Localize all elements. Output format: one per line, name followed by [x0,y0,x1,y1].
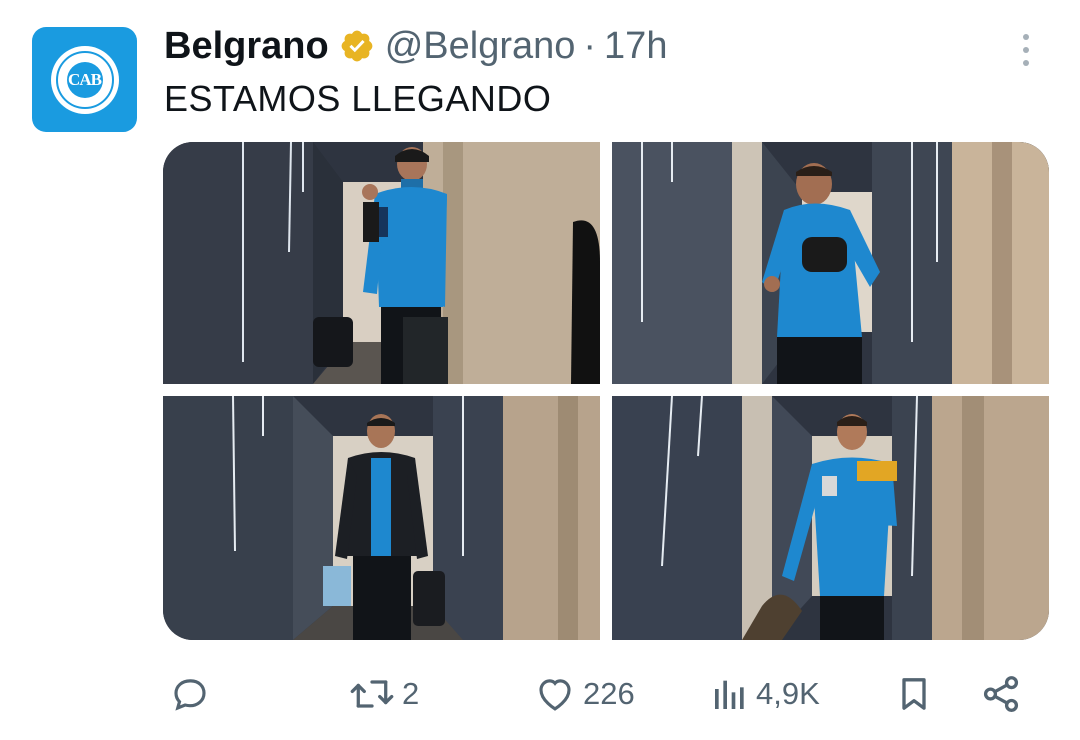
tweet-actions-bar: 2 226 4,9K [164,668,1034,720]
tweet-photo-4[interactable] [612,396,1049,640]
like-button[interactable]: 226 [533,668,635,720]
separator-dot: · [583,24,597,67]
like-count: 226 [583,676,635,711]
heart-icon [539,679,571,711]
share-icon [983,676,1019,712]
tweet-photo-3[interactable] [163,396,600,640]
more-options-icon[interactable] [1014,30,1038,70]
tweet-photo-1[interactable] [163,142,600,384]
tweet-photo-2[interactable] [612,142,1049,384]
profile-avatar[interactable]: CAB [32,27,137,132]
verified-badge-icon[interactable] [339,28,375,64]
views-count: 4,9K [756,676,820,711]
views-icon [715,680,744,709]
club-crest-logo: CAB [50,45,119,114]
tweet-header: Belgrano @Belgrano · 17h [164,24,667,68]
retweet-icon [350,680,394,708]
timestamp[interactable]: 17h [604,25,667,68]
share-button[interactable] [980,668,1022,720]
reply-button[interactable] [169,668,217,720]
bookmark-button[interactable] [894,668,934,720]
media-grid [163,142,1049,640]
user-handle[interactable]: @Belgrano [385,25,576,68]
views-button[interactable]: 4,9K [710,668,820,720]
bookmark-icon [902,678,926,710]
reply-icon [174,679,206,711]
display-name[interactable]: Belgrano [164,25,329,68]
tweet-text: ESTAMOS LLEGANDO [164,78,552,119]
retweet-button[interactable]: 2 [348,668,419,720]
retweet-count: 2 [402,676,420,711]
